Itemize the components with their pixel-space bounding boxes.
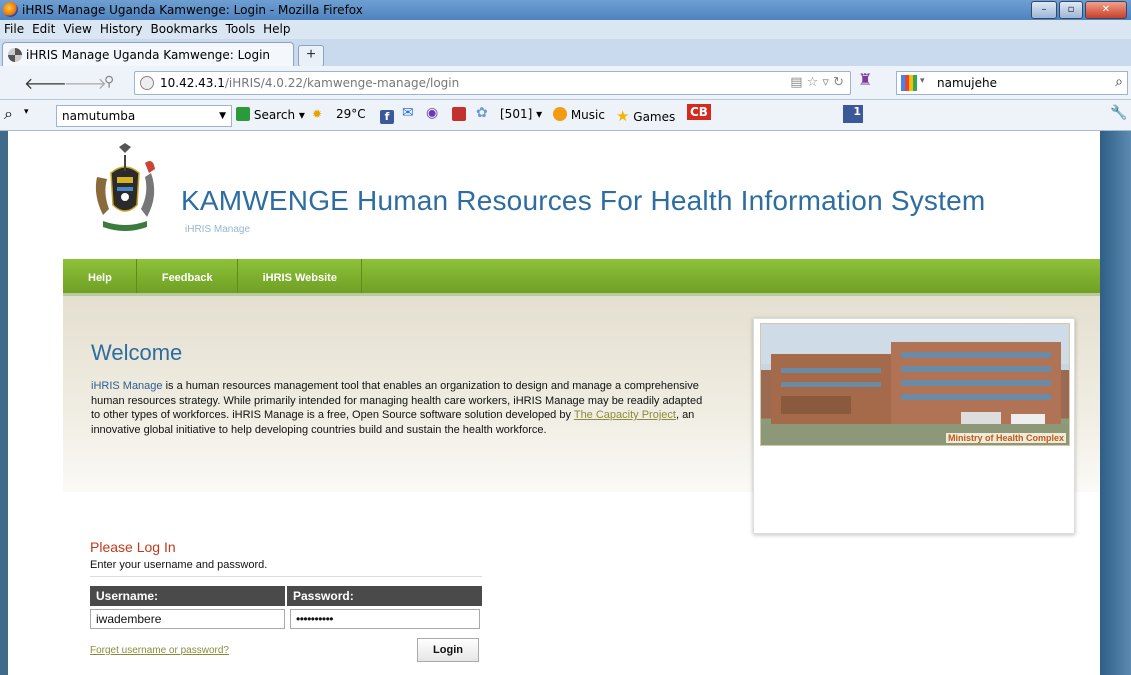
- nav-help[interactable]: Help: [63, 259, 137, 293]
- toolbar-search-button[interactable]: Search ▾: [236, 107, 305, 122]
- tab-login[interactable]: iHRIS Manage Uganda Kamwenge: Login: [2, 42, 294, 67]
- scrollbar-area[interactable]: [1100, 131, 1131, 675]
- site-favicon-icon: [8, 48, 22, 62]
- count-badge[interactable]: [501] ▾: [500, 107, 542, 121]
- spiral-icon[interactable]: ◉: [426, 105, 438, 121]
- web-page: KAMWENGE Human Resources For Health Info…: [8, 131, 1100, 675]
- username-label: Username:: [90, 586, 285, 606]
- search-bar[interactable]: ▾ namujehe ⌕: [896, 71, 1128, 95]
- rss-icon[interactable]: ▤: [790, 75, 802, 90]
- temperature-text[interactable]: 29°C: [336, 107, 366, 121]
- search-engine-dropdown-icon[interactable]: ▾: [920, 76, 925, 86]
- google-icon[interactable]: [901, 75, 917, 91]
- url-host: 10.42.43.1: [160, 76, 225, 90]
- toolbar-search-combo[interactable]: namutumba ▼: [56, 105, 232, 127]
- flower-icon[interactable]: ✿: [476, 105, 488, 121]
- reload-icon[interactable]: ↻: [833, 75, 844, 90]
- chevron-down-icon[interactable]: ▼: [219, 111, 226, 121]
- search-dropdown-icon[interactable]: ▾: [24, 107, 29, 117]
- divider: [90, 576, 482, 577]
- window-title: iHRIS Manage Uganda Kamwenge: Login - Mo…: [22, 3, 363, 17]
- cb-label: CB: [687, 104, 711, 120]
- addon-icon[interactable]: ♜: [858, 70, 872, 90]
- menu-tools[interactable]: Tools: [222, 20, 260, 36]
- photo-caption: Ministry of Health Complex: [945, 433, 1066, 443]
- back-icon[interactable]: 🡐: [24, 73, 67, 94]
- identity-icon[interactable]: ⚲: [104, 73, 114, 90]
- login-button[interactable]: Login: [417, 638, 479, 662]
- wrench-icon[interactable]: 🔧: [1110, 105, 1127, 121]
- login-section: Please Log In Enter your username and pa…: [70, 492, 680, 675]
- photo-card: Ministry of Health Complex: [753, 318, 1075, 534]
- nav-feedback[interactable]: Feedback: [137, 259, 238, 293]
- page-left-margin: [0, 131, 8, 675]
- fb-badge: 1: [843, 105, 863, 123]
- bookmark-star-icon[interactable]: ☆: [807, 75, 819, 90]
- login-heading: Please Log In: [90, 539, 176, 555]
- url-actions: ▤ ☆ ▿ ↻: [790, 75, 844, 90]
- globe-icon: [140, 76, 154, 90]
- close-button[interactable]: ✕: [1085, 1, 1127, 19]
- uganda-coat-of-arms-icon: [95, 143, 155, 231]
- menu-bookmarks[interactable]: Bookmarks: [147, 20, 222, 36]
- cb-button[interactable]: CB: [687, 104, 711, 120]
- forgot-credentials-link[interactable]: Forget username or password?: [90, 645, 229, 656]
- search-query: namujehe: [937, 76, 997, 90]
- tab-bar: iHRIS Manage Uganda Kamwenge: Login +: [0, 39, 1131, 67]
- search-icon[interactable]: ⌕: [4, 104, 13, 124]
- dropdown-icon[interactable]: ▿: [822, 75, 829, 90]
- url-path: /iHRIS/4.0.22/kamwenge-manage/login: [224, 76, 460, 90]
- youtube-icon[interactable]: [452, 107, 466, 122]
- toolbar-search-label: Search: [253, 108, 296, 122]
- facebook-icon[interactable]: f: [380, 107, 394, 124]
- menu-view[interactable]: View: [59, 20, 95, 36]
- window-controls: – ▫ ✕: [1029, 1, 1127, 19]
- menu-edit[interactable]: Edit: [28, 20, 59, 36]
- maximize-button[interactable]: ▫: [1059, 1, 1083, 19]
- building-illustration: [761, 324, 1069, 445]
- mail-icon[interactable]: ✉: [402, 105, 414, 121]
- menu-history[interactable]: History: [96, 20, 147, 36]
- addon-toolbar: ⌕ ▾ namutumba ▼ Search ▾ ✹ 29°C f ✉ ◉ ✿ …: [0, 100, 1131, 131]
- window-titlebar: iHRIS Manage Uganda Kamwenge: Login - Mo…: [0, 0, 1131, 20]
- facebook-notification-icon[interactable]: 1: [843, 104, 863, 123]
- tab-title: iHRIS Manage Uganda Kamwenge: Login: [26, 48, 271, 62]
- capacity-project-link[interactable]: The Capacity Project: [574, 409, 676, 421]
- site-header: KAMWENGE Human Resources For Health Info…: [63, 131, 1100, 259]
- star-icon: ★: [616, 107, 630, 125]
- login-instructions: Enter your username and password.: [90, 559, 268, 571]
- firefox-icon: [3, 2, 18, 17]
- welcome-heading: Welcome: [91, 340, 183, 365]
- games-button[interactable]: ★ Games: [616, 107, 675, 125]
- password-field[interactable]: ••••••••••: [290, 609, 480, 629]
- menu-help[interactable]: Help: [259, 20, 294, 36]
- username-field[interactable]: iwadembere: [90, 609, 285, 629]
- brand-name: iHRIS Manage: [91, 380, 163, 392]
- main-navigation: Help Feedback iHRIS Website: [63, 259, 1100, 296]
- music-button[interactable]: Music: [553, 107, 605, 122]
- password-label: Password:: [287, 586, 482, 606]
- nav-ihris-website[interactable]: iHRIS Website: [238, 259, 362, 293]
- url-text: 10.42.43.1/iHRIS/4.0.22/kamwenge-manage/…: [160, 76, 459, 90]
- welcome-paragraph: iHRIS Manage is a human resources manage…: [91, 379, 711, 437]
- menu-bar: File Edit View History Bookmarks Tools H…: [0, 20, 1131, 39]
- system-subtitle: iHRIS Manage: [185, 224, 251, 235]
- address-bar[interactable]: 10.42.43.1/iHRIS/4.0.22/kamwenge-manage/…: [134, 71, 851, 95]
- menu-file[interactable]: File: [0, 20, 28, 36]
- system-title: KAMWENGE Human Resources For Health Info…: [181, 185, 986, 216]
- games-label: Games: [633, 110, 676, 124]
- arrow-right-icon: [236, 107, 250, 121]
- navigation-toolbar: 🡐 🡒 ⚲ 10.42.43.1/iHRIS/4.0.22/kamwenge-m…: [0, 66, 1131, 100]
- new-tab-button[interactable]: +: [298, 45, 324, 67]
- count-badge-text: [501]: [500, 107, 533, 121]
- search-icon[interactable]: ⌕: [1115, 74, 1123, 90]
- minimize-button[interactable]: –: [1031, 1, 1057, 19]
- forward-icon[interactable]: 🡒: [64, 73, 107, 94]
- music-label: Music: [570, 108, 605, 122]
- combo-value: namutumba: [62, 109, 136, 123]
- ministry-building-photo: Ministry of Health Complex: [760, 323, 1070, 446]
- sun-icon[interactable]: ✹: [312, 107, 322, 121]
- music-icon: [553, 107, 567, 121]
